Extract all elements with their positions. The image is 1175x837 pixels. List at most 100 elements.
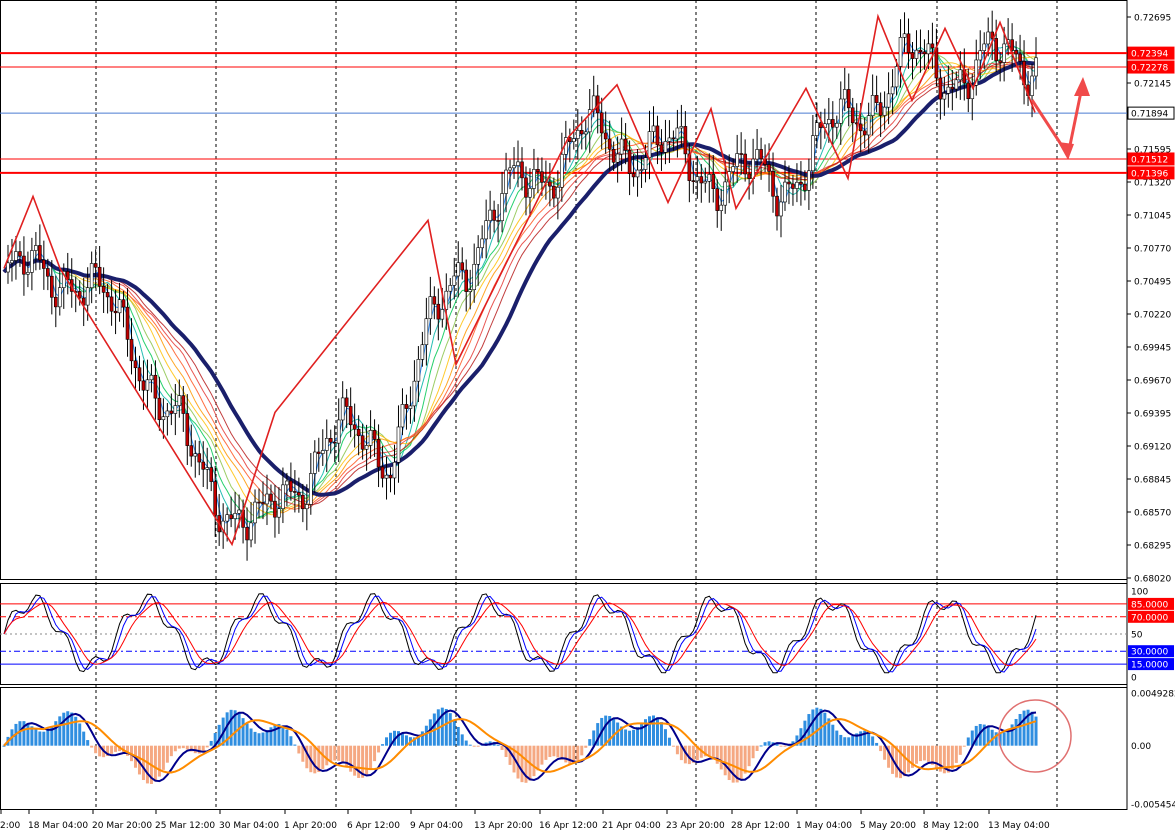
macd-histogram-bar (1030, 711, 1034, 746)
axis-tick-label: 0.69395 (1134, 410, 1171, 420)
macd-histogram-bar (42, 731, 46, 746)
candle (309, 473, 313, 505)
candle (866, 115, 871, 136)
candle (125, 306, 130, 340)
stoch-level-label: 15.0000 (1131, 661, 1168, 671)
candle (827, 119, 831, 125)
macd-histogram-bar (1002, 732, 1006, 746)
candle (787, 181, 791, 185)
candle (197, 453, 202, 463)
candle (922, 51, 927, 55)
candle (540, 171, 544, 183)
candle (512, 165, 516, 169)
axis-tick-label: 0.72695 (1134, 14, 1171, 24)
candle (755, 149, 759, 160)
time-label: 25 Mar 12:00 (155, 821, 215, 831)
candle (384, 474, 389, 479)
candle (846, 89, 851, 109)
macd-histogram-bar (962, 745, 966, 747)
candle (209, 467, 213, 482)
macd-histogram-bar (177, 745, 181, 749)
macd-histogram-bar (297, 745, 301, 754)
candle (683, 126, 688, 155)
stoch-level-label: 85.0000 (1131, 600, 1168, 610)
macd-histogram-bar (325, 745, 329, 766)
candle (121, 299, 126, 308)
macd-histogram-bar (667, 737, 671, 746)
macd-histogram-bar (157, 745, 161, 777)
macd-histogram-bar (867, 732, 871, 746)
candle (910, 52, 915, 59)
macd-histogram-bar (185, 745, 189, 750)
candle (815, 122, 819, 136)
macd-histogram-bar (456, 726, 460, 746)
candle (316, 451, 321, 454)
candle (344, 397, 349, 407)
candle (105, 292, 110, 298)
candle (878, 102, 883, 116)
candle (432, 296, 437, 305)
macd-histogram-bar (452, 719, 456, 746)
stoch-level-label: 30.0000 (1131, 648, 1168, 658)
macd-histogram-bar (464, 740, 468, 746)
macd-histogram-bar (914, 745, 918, 764)
candle (364, 445, 369, 450)
candle (603, 132, 608, 140)
candle (129, 339, 134, 362)
candle (157, 397, 162, 421)
time-label: 5 May 20:00 (860, 821, 916, 831)
macd-histogram-bar (209, 740, 213, 746)
macd-histogram-bar (632, 729, 636, 746)
candle (691, 180, 696, 182)
candle (946, 86, 951, 94)
candle (627, 150, 632, 174)
candle (870, 95, 875, 116)
candle (938, 77, 943, 100)
candle (1034, 57, 1038, 77)
macd-histogram-bar (377, 745, 381, 753)
candle (356, 428, 361, 437)
axis-tick-label: 0.68570 (1134, 509, 1171, 519)
candle (811, 135, 815, 172)
candle (50, 275, 54, 298)
candle (1030, 75, 1034, 96)
candle (109, 296, 114, 312)
candle (914, 49, 919, 59)
macd-histogram-bar (616, 722, 620, 746)
axis-tick-label: 0.69945 (1134, 344, 1171, 354)
macd-histogram-bar (78, 723, 82, 746)
macd-histogram-bar (373, 745, 377, 762)
candle (480, 238, 484, 249)
macd-histogram-bar (229, 709, 233, 746)
macd-histogram-bar (1018, 713, 1022, 746)
candle (38, 245, 42, 261)
candle (392, 461, 397, 479)
candle (528, 188, 532, 198)
candle (249, 522, 253, 541)
candle (986, 31, 991, 45)
candle (894, 66, 899, 88)
candle (101, 285, 106, 293)
macd-histogram-bar (536, 745, 540, 771)
axis-tick-label: 0.70220 (1134, 311, 1171, 321)
candle (177, 395, 182, 406)
candle (169, 410, 174, 414)
macd-histogram-bar (161, 745, 165, 770)
candle (436, 303, 441, 320)
candle (679, 126, 684, 129)
candle (229, 514, 233, 519)
candle (926, 43, 931, 55)
macd-histogram-bar (353, 745, 357, 776)
candle (898, 37, 903, 67)
candle (201, 461, 206, 470)
candle (213, 481, 217, 516)
macd-histogram-bar (950, 745, 954, 770)
candle (293, 491, 297, 493)
macd-histogram-bar (18, 721, 22, 746)
candle (408, 405, 413, 409)
candle (874, 95, 879, 103)
macd-histogram-bar (341, 745, 345, 764)
time-label: 8 May 12:00 (923, 821, 979, 831)
macd-histogram-bar (532, 745, 536, 777)
macd-histogram-bar (38, 731, 42, 746)
